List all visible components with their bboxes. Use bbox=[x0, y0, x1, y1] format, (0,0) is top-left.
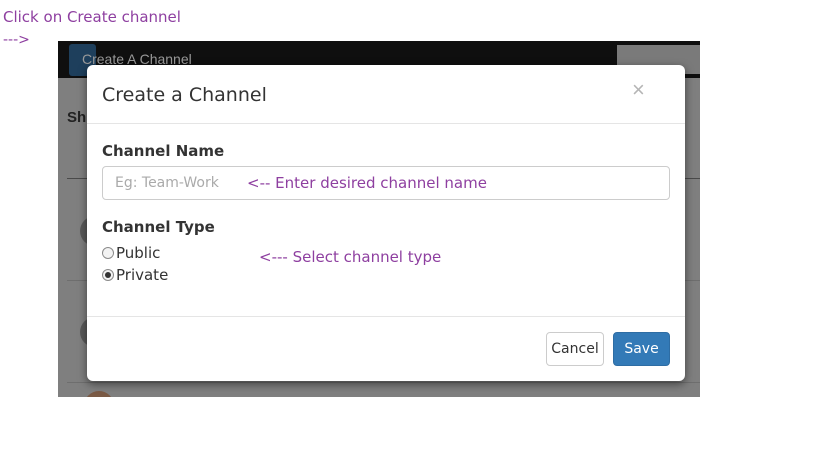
channel-type-label: Channel Type bbox=[102, 218, 215, 236]
radio-public-label: Public bbox=[116, 244, 161, 262]
cancel-button[interactable]: Cancel bbox=[546, 332, 604, 366]
channel-name-label: Channel Name bbox=[102, 142, 225, 160]
radio-option-private[interactable]: Private bbox=[102, 266, 168, 284]
modal-footer: Cancel Save bbox=[87, 316, 685, 381]
channel-type-hint: <--- Select channel type bbox=[259, 248, 442, 266]
radio-private-label: Private bbox=[116, 266, 169, 284]
radio-private[interactable] bbox=[102, 269, 114, 281]
divider bbox=[67, 382, 700, 383]
instruction-note: Click on Create channel bbox=[3, 8, 181, 26]
close-icon[interactable]: × bbox=[632, 77, 645, 103]
radio-option-public[interactable]: Public bbox=[102, 244, 160, 262]
create-channel-modal: Create a Channel × Channel Name <-- Ente… bbox=[87, 65, 685, 381]
modal-header: Create a Channel × bbox=[87, 65, 685, 124]
background-heading: Sh bbox=[67, 109, 87, 126]
instruction-arrow: ---> bbox=[3, 32, 30, 48]
save-button[interactable]: Save bbox=[613, 332, 670, 366]
avatar bbox=[84, 391, 114, 397]
radio-public[interactable] bbox=[102, 247, 114, 259]
channel-name-hint: <-- Enter desired channel name bbox=[247, 174, 487, 192]
modal-title: Create a Channel bbox=[102, 84, 267, 106]
